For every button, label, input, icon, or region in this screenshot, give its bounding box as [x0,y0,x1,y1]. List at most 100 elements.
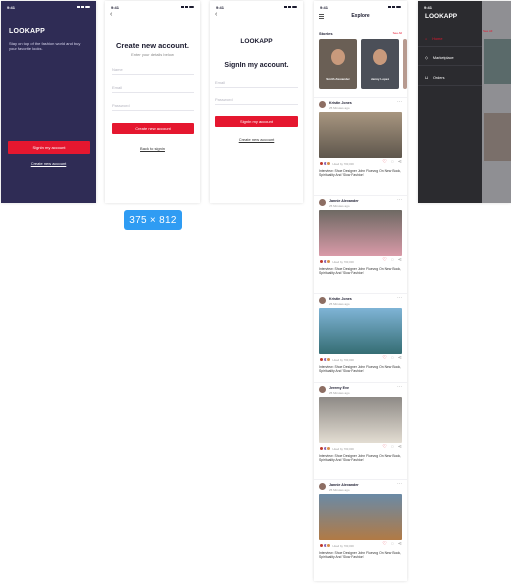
more-options-icon[interactable]: ··· [397,100,402,105]
back-arrow-icon[interactable]: ‹ [215,11,217,18]
status-bar: 9:41 [424,4,476,10]
story-card[interactable]: Jenny Lopez [361,39,399,89]
comment-icon[interactable]: ◌ [391,258,394,263]
menu-item-marketplace[interactable]: ◇ Marketplace [418,50,482,66]
more-options-icon[interactable]: ··· [397,296,402,301]
post-image[interactable] [319,397,402,443]
status-bar: 9:41 [7,4,90,10]
avatar[interactable] [319,297,326,304]
avatar[interactable] [319,199,326,206]
wifi-icon [392,6,395,8]
post-card: Jannie Alexander 25 Minutes ago ··· Liked b… [314,195,407,280]
comment-icon[interactable]: ◌ [391,356,394,361]
comment-icon[interactable]: ◌ [391,445,394,450]
see-all-link[interactable]: See All [393,31,402,35]
post-card: Kristin Jones 25 Minutes ago ··· Liked by 7… [314,97,407,182]
status-icons [388,6,401,8]
post-time: 25 Minutes ago [329,302,350,306]
heart-icon[interactable]: ♡ [382,258,386,263]
see-all-link: See All [483,29,493,33]
home-icon: ⌂ [425,36,428,41]
post-time: 25 Minutes ago [329,488,350,492]
heart-icon[interactable]: ♡ [382,445,386,450]
email-field[interactable]: Email [215,76,298,88]
status-bar: 9:41 [111,4,194,10]
share-icon[interactable]: ⋖ [398,356,402,361]
signin-button[interactable]: SignIn my account [8,141,90,154]
post-author[interactable]: Jeremy Eve [329,386,349,390]
story-card-partial[interactable] [403,39,407,89]
splash-screen: 9:41 LOOKAPP Stay on top of the fashion … [1,1,96,203]
story-avatar [373,49,387,65]
post-author[interactable]: Jannie Alexander [329,199,359,203]
heart-icon[interactable]: ♡ [382,542,386,547]
wifi-icon [81,6,84,8]
name-field[interactable]: Name [112,63,194,75]
post-image[interactable] [319,112,402,158]
menu-item-label: Marketplace [432,55,454,60]
design-canvas: 9:41 LOOKAPP Stay on top of the fashion … [0,0,511,587]
create-account-button[interactable]: Create new account [112,123,194,134]
app-logo: LOOKAPP [240,38,273,45]
signal-icon [284,6,287,8]
post-actions: ♡ ◌ ⋖ [382,445,402,450]
share-icon[interactable]: ⋖ [398,542,402,547]
liked-by-text: Liked by 700,000 [332,357,354,362]
menu-item-label: Orders [432,75,445,80]
liked-by: Liked by 700,000 [319,543,354,548]
email-field[interactable]: Email [112,81,194,93]
post-author[interactable]: Kristin Jones [329,101,352,105]
share-icon[interactable]: ⋖ [398,160,402,165]
post-actions: ♡ ◌ ⋖ [382,258,402,263]
dimmed-content-overlay[interactable]: See All [482,1,511,203]
story-name: Jenny Lopez [370,77,390,81]
explore-screen: 9:41 Explore Stories See All Smith Alexa… [314,1,407,581]
signal-icon [388,6,391,8]
avatar[interactable] [319,483,326,490]
back-arrow-icon[interactable]: ‹ [110,11,112,18]
avatar [326,446,331,451]
signal-icon [181,6,184,8]
liked-by: Liked by 700,000 [319,161,354,166]
side-drawer: 9:41 LOOKAPP ⌂ Home ◇ Marketplace ⊔ Orde… [418,1,482,203]
back-to-signin-link[interactable]: Back to signin [105,146,200,151]
signin-button[interactable]: SignIn my account [215,116,298,127]
menu-item-orders[interactable]: ⊔ Orders [418,70,482,86]
post-actions: ♡ ◌ ⋖ [382,356,402,361]
comment-icon[interactable]: ◌ [391,542,394,547]
more-options-icon[interactable]: ··· [397,482,402,487]
post-caption: Interview: Shoe Designer John Fluevog On… [319,365,401,374]
heart-icon[interactable]: ♡ [382,160,386,165]
more-options-icon[interactable]: ··· [397,198,402,203]
create-account-link[interactable]: Create new account [1,161,96,166]
menu-item-label: Home [432,36,443,41]
post-caption: Interview: Shoe Designer John Fluevog On… [319,267,401,276]
share-icon[interactable]: ⋖ [398,445,402,450]
password-field[interactable]: Password [112,99,194,111]
tagline: Stay on top of the fashion world and buy… [9,41,81,51]
menu-item-home[interactable]: ⌂ Home [418,31,482,47]
post-caption: Interview: Shoe Designer John Fluevog On… [319,169,401,178]
status-bar: 9:41 [320,4,401,10]
story-card[interactable]: Smith Alexander [319,39,357,89]
page-title: Explore [351,13,370,19]
avatar[interactable] [319,101,326,108]
post-image[interactable] [319,494,402,540]
more-options-icon[interactable]: ··· [397,385,402,390]
password-field[interactable]: Password [215,93,298,105]
avatar [326,543,331,548]
comment-icon[interactable]: ◌ [391,160,394,165]
post-image[interactable] [319,210,402,256]
avatar[interactable] [319,386,326,393]
status-time: 9:41 [216,4,225,10]
wifi-icon [288,6,291,8]
post-author[interactable]: Jannie Alexander [329,483,359,487]
status-bar: 9:41 [216,4,297,10]
share-icon[interactable]: ⋖ [398,258,402,263]
create-account-link[interactable]: Create new account [210,137,303,142]
story-name: Smith Alexander [326,77,350,81]
post-author[interactable]: Kristin Jones [329,297,352,301]
tag-icon: ◇ [425,56,428,60]
post-image[interactable] [319,308,402,354]
heart-icon[interactable]: ♡ [382,356,386,361]
